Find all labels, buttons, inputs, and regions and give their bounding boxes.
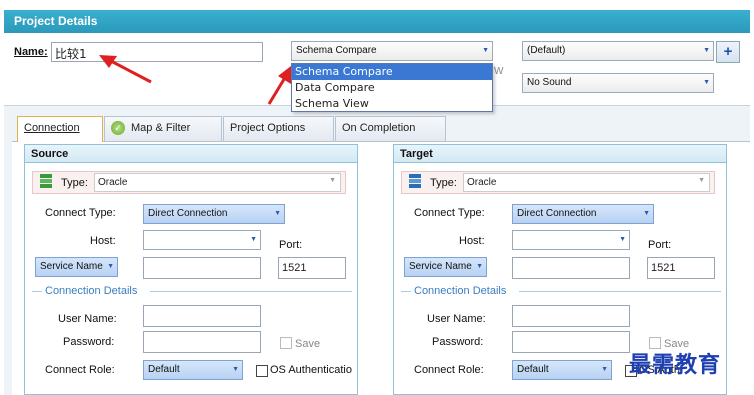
chevron-down-icon: ▼ — [643, 210, 650, 217]
source-port-label: Port: — [279, 239, 303, 251]
target-service-mode-select[interactable]: Service Name ▼ — [404, 257, 487, 277]
target-user-label: User Name: — [427, 313, 486, 325]
source-role-select[interactable]: Default ▼ — [143, 360, 243, 380]
source-user-label: User Name: — [58, 313, 117, 325]
source-host-select[interactable]: ▼ — [143, 230, 261, 250]
source-os-auth-label: OS Authenticatio — [270, 364, 352, 376]
database-icon — [40, 174, 52, 188]
source-os-auth-checkbox[interactable] — [256, 365, 268, 377]
option-schema-compare[interactable]: Schema Compare — [292, 64, 492, 80]
target-role-select[interactable]: Default ▼ — [512, 360, 612, 380]
target-connect-type-select[interactable]: Direct Connection ▼ — [512, 204, 654, 224]
source-title: Source — [25, 145, 357, 163]
target-user-input[interactable] — [512, 305, 630, 327]
tab-connection[interactable]: Connection — [17, 116, 103, 142]
source-user-input[interactable] — [143, 305, 261, 327]
tab-on-completion[interactable]: On Completion — [335, 116, 446, 141]
annotation-arrow-icon — [267, 66, 291, 105]
target-connect-type-label: Connect Type: — [414, 207, 485, 219]
chevron-down-icon: ▼ — [107, 263, 114, 270]
watermark: 最需教育 — [629, 352, 722, 378]
name-label: Name: — [14, 46, 48, 58]
source-type-select[interactable]: Oracle ▼ — [94, 173, 341, 192]
source-password-label: Password: — [63, 336, 115, 348]
source-type-label: Type: — [61, 177, 88, 189]
source-password-input[interactable] — [143, 331, 261, 353]
source-connection-details-heading: Connection Details — [45, 285, 138, 297]
divider — [150, 291, 352, 292]
target-port-label: Port: — [648, 239, 672, 251]
annotation-arrow-icon — [99, 55, 152, 84]
target-password-label: Password: — [432, 336, 484, 348]
source-role-label: Connect Role: — [45, 364, 115, 376]
target-type-label: Type: — [430, 177, 457, 189]
name-input[interactable]: 比较1 — [51, 42, 263, 62]
chevron-down-icon: ▼ — [703, 79, 710, 86]
source-service-mode-select[interactable]: Service Name ▼ — [35, 257, 118, 277]
chevron-down-icon: ▼ — [250, 236, 257, 243]
option-schema-view[interactable]: Schema View — [292, 96, 492, 112]
panel-header: Project Details — [4, 10, 750, 33]
target-title: Target — [394, 145, 726, 163]
source-host-label: Host: — [90, 235, 116, 247]
chevron-down-icon: ▼ — [274, 210, 281, 217]
chevron-down-icon: ▼ — [703, 47, 710, 54]
chevron-down-icon: ▼ — [482, 47, 489, 54]
source-connect-type-label: Connect Type: — [45, 207, 116, 219]
compare-type-dropdown[interactable]: Schema Compare Data Compare Schema View — [291, 63, 493, 112]
check-circle-icon: ✓ — [111, 121, 125, 135]
target-port-input[interactable]: 1521 — [647, 257, 715, 279]
source-connect-type-select[interactable]: Direct Connection ▼ — [143, 204, 285, 224]
compare-type-select[interactable]: Schema Compare ▼ — [291, 41, 493, 61]
divider — [401, 291, 411, 292]
target-connection-details-heading: Connection Details — [414, 285, 507, 297]
sound-select[interactable]: No Sound ▼ — [522, 73, 714, 93]
target-role-label: Connect Role: — [414, 364, 484, 376]
source-save-checkbox[interactable] — [280, 337, 292, 349]
source-service-input[interactable] — [143, 257, 261, 279]
option-data-compare[interactable]: Data Compare — [292, 80, 492, 96]
chevron-down-icon: ▼ — [232, 366, 239, 373]
add-profile-button[interactable]: + — [716, 41, 740, 63]
target-password-input[interactable] — [512, 331, 630, 353]
page-title: Project Details — [14, 14, 98, 28]
chevron-down-icon: ▼ — [601, 366, 608, 373]
obscured-label: W — [494, 66, 504, 77]
options-profile-select[interactable]: (Default) ▼ — [522, 41, 714, 61]
database-icon — [409, 174, 421, 188]
divider — [519, 291, 721, 292]
target-host-label: Host: — [459, 235, 485, 247]
tab-project-options[interactable]: Project Options — [223, 116, 334, 141]
target-host-select[interactable]: ▼ — [512, 230, 630, 250]
chevron-down-icon: ▼ — [476, 263, 483, 270]
divider — [32, 291, 42, 292]
source-save-label: Save — [295, 338, 321, 350]
target-service-input[interactable] — [512, 257, 630, 279]
source-port-input[interactable]: 1521 — [278, 257, 346, 279]
chevron-down-icon: ▼ — [619, 236, 626, 243]
target-type-select[interactable]: Oracle ▼ — [463, 173, 710, 192]
tab-map-filter[interactable]: ✓ Map & Filter — [104, 116, 222, 141]
